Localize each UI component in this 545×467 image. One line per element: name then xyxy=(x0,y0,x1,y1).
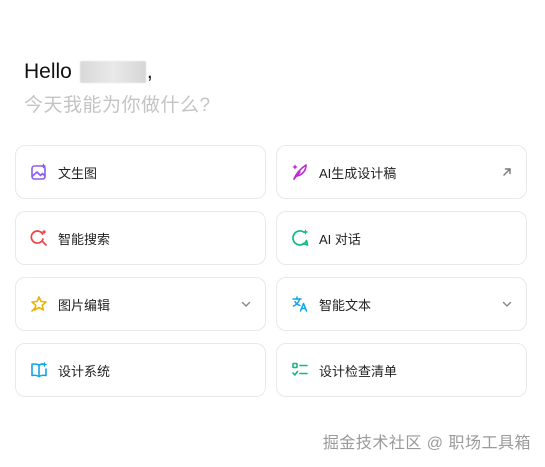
card-label: 设计系统 xyxy=(58,363,111,379)
star-edit-icon xyxy=(29,294,49,314)
card-label: 智能搜索 xyxy=(58,231,111,247)
arrow-up-right-icon xyxy=(500,165,514,179)
checklist-icon xyxy=(290,360,310,380)
card-smart-search[interactable]: 智能搜索 xyxy=(15,211,266,265)
card-label: AI 对话 xyxy=(319,231,361,247)
translate-icon xyxy=(290,294,310,314)
hello-line: Hello , xyxy=(24,58,211,86)
card-label: 图片编辑 xyxy=(58,297,111,313)
card-ai-chat[interactable]: AI 对话 xyxy=(276,211,527,265)
hello-text: Hello xyxy=(24,60,72,83)
greeting-subtitle: 今天我能为你做什么? xyxy=(24,95,211,116)
image-sparkle-icon xyxy=(29,162,49,182)
card-ai-design[interactable]: AI生成设计稿 xyxy=(276,145,527,199)
watermark: 掘金技术社区 @ 职场工具箱 xyxy=(322,435,531,452)
card-label: 文生图 xyxy=(58,165,98,181)
greeting: Hello , 今天我能为你做什么? xyxy=(24,58,211,117)
search-sparkle-icon xyxy=(29,228,49,248)
chevron-down-icon[interactable] xyxy=(239,297,253,311)
card-image-edit[interactable]: 图片编辑 xyxy=(15,277,266,331)
card-label: 智能文本 xyxy=(319,297,372,313)
card-design-checklist[interactable]: 设计检查清单 xyxy=(276,343,527,397)
feather-pen-icon xyxy=(290,162,310,182)
hello-comma: , xyxy=(146,60,153,83)
redacted-username xyxy=(79,61,146,83)
chat-bubble-icon xyxy=(290,228,310,248)
card-label: AI生成设计稿 xyxy=(319,165,397,181)
book-open-icon xyxy=(29,360,49,380)
card-smart-text[interactable]: 智能文本 xyxy=(276,277,527,331)
card-design-system[interactable]: 设计系统 xyxy=(15,343,266,397)
chevron-down-icon[interactable] xyxy=(500,297,514,311)
card-text-to-image[interactable]: 文生图 xyxy=(15,145,266,199)
card-label: 设计检查清单 xyxy=(319,363,398,379)
